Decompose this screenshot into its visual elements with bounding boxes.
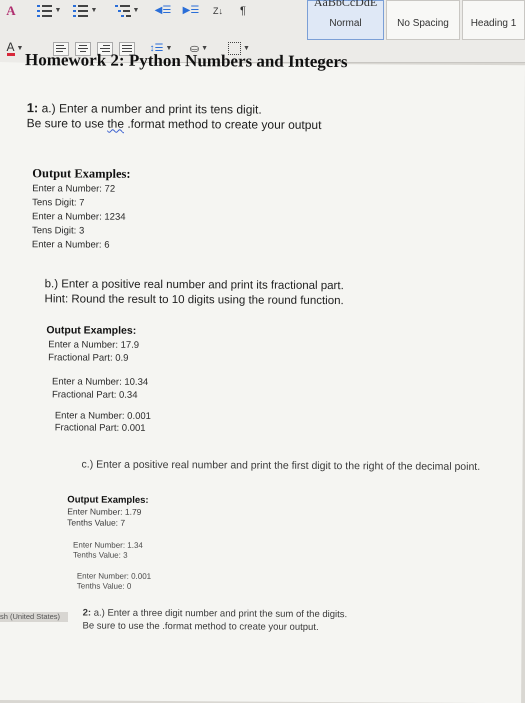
bullets-button[interactable]: ▼ (36, 2, 62, 19)
question-text-part: .format method to create your output (123, 116, 322, 132)
question-2a-line-2: Be sure to use the .format method to cre… (82, 620, 319, 633)
example-line: Tenths Value: 3 (72, 550, 128, 560)
example-line: Enter a Number: 1234 (32, 211, 126, 223)
chevron-down-icon: ▼ (90, 7, 98, 14)
show-formatting-button[interactable]: ¶ (236, 2, 250, 19)
example-line: Fractional Part: 0.34 (51, 389, 138, 401)
example-line: Tenths Value: 0 (76, 581, 132, 591)
example-line: Enter Number: 0.001 (76, 571, 152, 581)
multilevel-list-icon (114, 4, 131, 18)
example-line: Enter Number: 1.34 (73, 540, 143, 550)
document-title: Homework 2: Python Numbers and Integers (24, 50, 348, 72)
style-normal-label: Normal (329, 18, 362, 29)
document-page[interactable]: Homework 2: Python Numbers and Integers … (0, 50, 525, 703)
question-1b-line-2: Hint: Round the result to 10 digits usin… (44, 293, 344, 308)
example-line: Enter a Number: 6 (31, 239, 110, 251)
clear-formatting-button[interactable]: A (2, 2, 20, 19)
question-text-part: Be sure to use (26, 116, 108, 131)
question-1b-line-1: b.) Enter a positive real number and pri… (44, 278, 344, 293)
examples-heading: Output Examples: (46, 324, 137, 337)
decrease-indent-button[interactable]: ◀☰ (152, 2, 174, 19)
example-line: Enter a Number: 72 (32, 183, 116, 195)
question-1a-line-1: 1: a.) Enter a number and print its tens… (27, 100, 262, 116)
chevron-down-icon: ▼ (132, 7, 140, 14)
style-normal[interactable]: AaBbCcDdE Normal (307, 0, 384, 40)
language-label: sh (United States) (0, 612, 61, 621)
increase-indent-button[interactable]: ▶☰ (180, 2, 202, 19)
example-line: Enter a Number: 10.34 (52, 376, 149, 388)
example-line: Tenths Value: 7 (67, 517, 126, 528)
style-preview: AaBbCcDdE (313, 0, 378, 9)
question-text: a.) Enter a three digit number and print… (93, 607, 348, 621)
question-number: 1: (26, 100, 39, 116)
examples-heading: Output Examples: (67, 494, 149, 506)
style-no-spacing-label: No Spacing (397, 18, 449, 29)
chevron-down-icon: ▼ (54, 7, 62, 14)
question-2a-line-1: 2: a.) Enter a three digit number and pr… (83, 608, 348, 621)
style-heading-1-label: Heading 1 (470, 18, 517, 29)
example-line: Tens Digit: 3 (31, 225, 85, 237)
decrease-indent-icon: ◀☰ (154, 5, 172, 16)
pilcrow-icon: ¶ (240, 4, 246, 17)
example-line: Fractional Part: 0.9 (48, 352, 129, 364)
question-number: 2: (82, 607, 92, 619)
chevron-down-icon: ▼ (16, 45, 24, 52)
font-color-icon: A (6, 39, 15, 56)
multilevel-list-button[interactable]: ▼ (112, 2, 142, 19)
sort-button[interactable]: Z↓ (208, 2, 228, 19)
example-line: Fractional Part: 0.001 (54, 422, 146, 434)
numbered-list-icon (72, 4, 89, 18)
question-text: a.) Enter a number and print its tens di… (41, 101, 262, 117)
sort-icon: Z↓ (213, 5, 223, 16)
spelling-flagged-word: the (107, 116, 125, 131)
example-line: Enter Number: 1.79 (67, 506, 142, 517)
clear-formatting-icon: A (6, 2, 16, 18)
style-no-spacing[interactable]: No Spacing (386, 0, 460, 40)
numbering-button[interactable]: ▼ (72, 2, 98, 19)
example-line: Enter a Number: 17.9 (48, 339, 140, 351)
increase-indent-icon: ▶☰ (182, 5, 200, 16)
example-line: Tens Digit: 7 (32, 197, 85, 209)
question-1c-line-1: c.) Enter a positive real number and pri… (81, 458, 481, 473)
examples-heading: Output Examples: (32, 166, 131, 181)
question-1a-line-2: Be sure to use the .format method to cre… (27, 116, 322, 132)
style-heading-1[interactable]: Heading 1 (462, 0, 525, 40)
bullet-list-icon (36, 4, 53, 18)
status-bar-language[interactable]: sh (United States) (0, 612, 68, 622)
example-line: Enter a Number: 0.001 (54, 410, 151, 422)
